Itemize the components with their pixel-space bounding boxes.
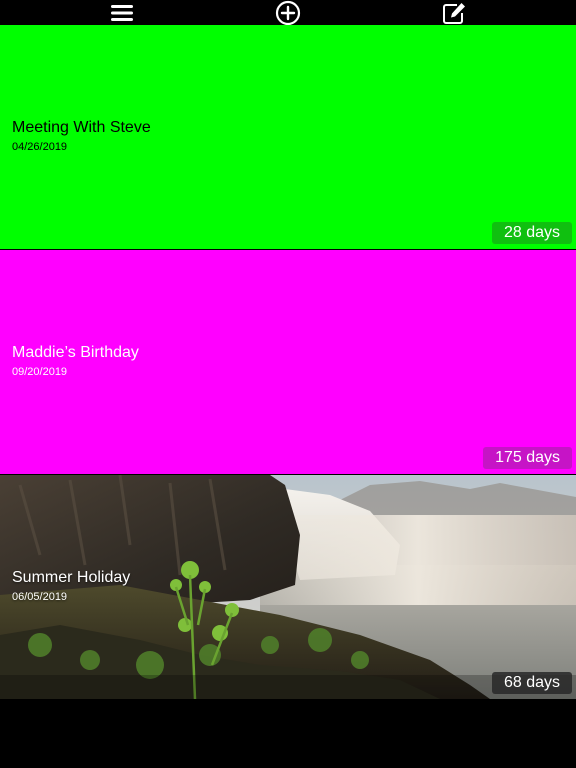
card-background <box>0 250 576 474</box>
top-toolbar <box>0 0 576 25</box>
days-remaining-badge: 28 days <box>491 222 572 244</box>
event-card-meeting[interactable]: Meeting With Steve 04/26/2019 28 days <box>0 25 576 249</box>
menu-button[interactable] <box>106 0 138 25</box>
edit-icon <box>443 2 465 24</box>
event-title: Summer Holiday <box>12 569 131 586</box>
app-screen: Meeting With Steve 04/26/2019 28 days Ma… <box>0 0 576 768</box>
event-card-birthday[interactable]: Maddie’s Birthday 09/20/2019 175 days <box>0 250 576 474</box>
card-background <box>0 25 576 249</box>
waterfall-photo <box>0 475 576 699</box>
event-title: Maddie’s Birthday <box>12 344 139 361</box>
add-circle-icon <box>275 0 301 25</box>
event-date: 04/26/2019 <box>12 141 68 153</box>
days-remaining-badge: 68 days <box>491 672 572 694</box>
event-date: 06/05/2019 <box>12 591 68 603</box>
add-event-button[interactable] <box>272 0 304 25</box>
days-remaining-badge: 175 days <box>483 447 572 469</box>
event-card-summer-holiday[interactable]: Summer Holiday 06/05/2019 68 days <box>0 475 576 699</box>
edit-button[interactable] <box>438 0 470 25</box>
menu-icon <box>111 4 133 21</box>
event-title: Meeting With Steve <box>12 119 151 136</box>
event-date: 09/20/2019 <box>12 366 68 378</box>
